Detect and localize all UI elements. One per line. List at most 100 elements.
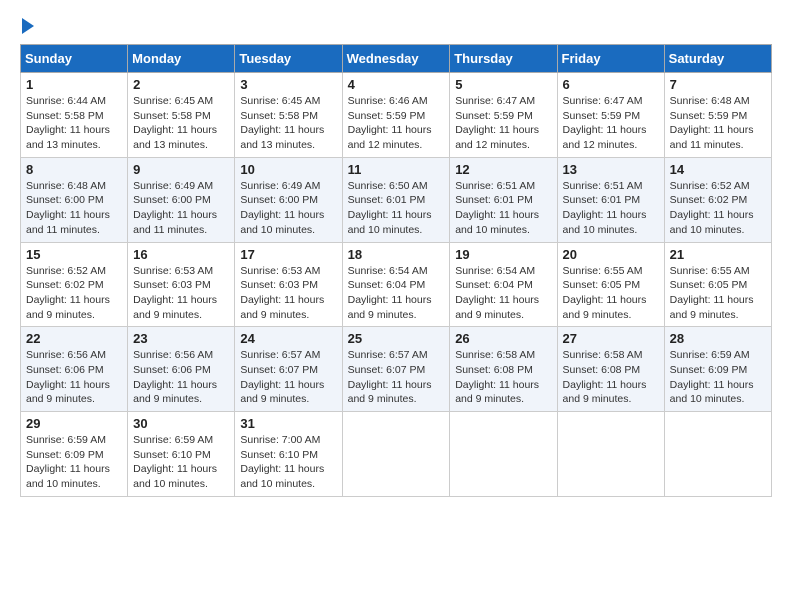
calendar-cell: [557, 412, 664, 497]
day-info: Sunrise: 6:54 AM Sunset: 6:04 PM Dayligh…: [455, 264, 551, 323]
calendar-cell: 20 Sunrise: 6:55 AM Sunset: 6:05 PM Dayl…: [557, 242, 664, 327]
header-tuesday: Tuesday: [235, 45, 342, 73]
sunset-label: Sunset: 6:08 PM: [563, 364, 641, 376]
calendar-cell: 4 Sunrise: 6:46 AM Sunset: 5:59 PM Dayli…: [342, 73, 450, 158]
sunrise-label: Sunrise: 6:55 AM: [670, 265, 750, 277]
day-number: 29: [26, 416, 122, 431]
day-info: Sunrise: 6:55 AM Sunset: 6:05 PM Dayligh…: [563, 264, 659, 323]
sunrise-label: Sunrise: 6:48 AM: [26, 180, 106, 192]
calendar-cell: 6 Sunrise: 6:47 AM Sunset: 5:59 PM Dayli…: [557, 73, 664, 158]
day-info: Sunrise: 6:50 AM Sunset: 6:01 PM Dayligh…: [348, 179, 445, 238]
daylight-label: Daylight: 11 hours and 13 minutes.: [26, 124, 110, 151]
day-number: 3: [240, 77, 336, 92]
calendar-cell: 8 Sunrise: 6:48 AM Sunset: 6:00 PM Dayli…: [21, 157, 128, 242]
sunrise-label: Sunrise: 6:53 AM: [133, 265, 213, 277]
day-number: 2: [133, 77, 229, 92]
header-thursday: Thursday: [450, 45, 557, 73]
sunrise-label: Sunrise: 7:00 AM: [240, 434, 320, 446]
day-number: 8: [26, 162, 122, 177]
page-header: [20, 20, 772, 34]
sunset-label: Sunset: 6:10 PM: [133, 449, 211, 461]
calendar-cell: 13 Sunrise: 6:51 AM Sunset: 6:01 PM Dayl…: [557, 157, 664, 242]
sunrise-label: Sunrise: 6:59 AM: [26, 434, 106, 446]
sunrise-label: Sunrise: 6:46 AM: [348, 95, 428, 107]
sunset-label: Sunset: 5:58 PM: [133, 110, 211, 122]
calendar-cell: 21 Sunrise: 6:55 AM Sunset: 6:05 PM Dayl…: [664, 242, 771, 327]
sunset-label: Sunset: 6:00 PM: [26, 194, 104, 206]
daylight-label: Daylight: 11 hours and 10 minutes.: [133, 463, 217, 490]
sunrise-label: Sunrise: 6:44 AM: [26, 95, 106, 107]
calendar-cell: 27 Sunrise: 6:58 AM Sunset: 6:08 PM Dayl…: [557, 327, 664, 412]
day-number: 10: [240, 162, 336, 177]
calendar-cell: [342, 412, 450, 497]
sunrise-label: Sunrise: 6:59 AM: [133, 434, 213, 446]
sunrise-label: Sunrise: 6:55 AM: [563, 265, 643, 277]
daylight-label: Daylight: 11 hours and 12 minutes.: [348, 124, 432, 151]
calendar-cell: 19 Sunrise: 6:54 AM Sunset: 6:04 PM Dayl…: [450, 242, 557, 327]
calendar-cell: 14 Sunrise: 6:52 AM Sunset: 6:02 PM Dayl…: [664, 157, 771, 242]
calendar-week-1: 1 Sunrise: 6:44 AM Sunset: 5:58 PM Dayli…: [21, 73, 772, 158]
day-info: Sunrise: 6:58 AM Sunset: 6:08 PM Dayligh…: [455, 348, 551, 407]
day-number: 6: [563, 77, 659, 92]
sunrise-label: Sunrise: 6:51 AM: [455, 180, 535, 192]
day-number: 16: [133, 247, 229, 262]
calendar-cell: 2 Sunrise: 6:45 AM Sunset: 5:58 PM Dayli…: [128, 73, 235, 158]
sunset-label: Sunset: 5:59 PM: [670, 110, 748, 122]
daylight-label: Daylight: 11 hours and 11 minutes.: [670, 124, 754, 151]
sunrise-label: Sunrise: 6:58 AM: [563, 349, 643, 361]
sunset-label: Sunset: 6:02 PM: [26, 279, 104, 291]
sunrise-label: Sunrise: 6:59 AM: [670, 349, 750, 361]
daylight-label: Daylight: 11 hours and 9 minutes.: [133, 294, 217, 321]
sunset-label: Sunset: 6:06 PM: [133, 364, 211, 376]
calendar-week-5: 29 Sunrise: 6:59 AM Sunset: 6:09 PM Dayl…: [21, 412, 772, 497]
day-number: 27: [563, 331, 659, 346]
calendar-cell: 23 Sunrise: 6:56 AM Sunset: 6:06 PM Dayl…: [128, 327, 235, 412]
day-number: 31: [240, 416, 336, 431]
daylight-label: Daylight: 11 hours and 10 minutes.: [563, 209, 647, 236]
calendar-header-row: SundayMondayTuesdayWednesdayThursdayFrid…: [21, 45, 772, 73]
daylight-label: Daylight: 11 hours and 13 minutes.: [133, 124, 217, 151]
day-info: Sunrise: 6:57 AM Sunset: 6:07 PM Dayligh…: [240, 348, 336, 407]
day-info: Sunrise: 6:48 AM Sunset: 6:00 PM Dayligh…: [26, 179, 122, 238]
day-info: Sunrise: 6:55 AM Sunset: 6:05 PM Dayligh…: [670, 264, 766, 323]
day-info: Sunrise: 6:45 AM Sunset: 5:58 PM Dayligh…: [133, 94, 229, 153]
sunrise-label: Sunrise: 6:53 AM: [240, 265, 320, 277]
calendar-cell: 3 Sunrise: 6:45 AM Sunset: 5:58 PM Dayli…: [235, 73, 342, 158]
sunset-label: Sunset: 6:00 PM: [133, 194, 211, 206]
day-number: 22: [26, 331, 122, 346]
day-info: Sunrise: 6:48 AM Sunset: 5:59 PM Dayligh…: [670, 94, 766, 153]
calendar-cell: 16 Sunrise: 6:53 AM Sunset: 6:03 PM Dayl…: [128, 242, 235, 327]
daylight-label: Daylight: 11 hours and 9 minutes.: [240, 294, 324, 321]
day-number: 26: [455, 331, 551, 346]
day-info: Sunrise: 6:53 AM Sunset: 6:03 PM Dayligh…: [133, 264, 229, 323]
sunrise-label: Sunrise: 6:47 AM: [563, 95, 643, 107]
calendar-cell: 5 Sunrise: 6:47 AM Sunset: 5:59 PM Dayli…: [450, 73, 557, 158]
daylight-label: Daylight: 11 hours and 9 minutes.: [670, 294, 754, 321]
calendar-table: SundayMondayTuesdayWednesdayThursdayFrid…: [20, 44, 772, 497]
day-info: Sunrise: 6:51 AM Sunset: 6:01 PM Dayligh…: [563, 179, 659, 238]
sunrise-label: Sunrise: 6:50 AM: [348, 180, 428, 192]
calendar-cell: [450, 412, 557, 497]
daylight-label: Daylight: 11 hours and 10 minutes.: [240, 209, 324, 236]
day-number: 30: [133, 416, 229, 431]
sunset-label: Sunset: 6:05 PM: [563, 279, 641, 291]
day-number: 17: [240, 247, 336, 262]
daylight-label: Daylight: 11 hours and 9 minutes.: [133, 379, 217, 406]
daylight-label: Daylight: 11 hours and 10 minutes.: [455, 209, 539, 236]
day-number: 19: [455, 247, 551, 262]
day-info: Sunrise: 6:49 AM Sunset: 6:00 PM Dayligh…: [240, 179, 336, 238]
calendar-cell: 9 Sunrise: 6:49 AM Sunset: 6:00 PM Dayli…: [128, 157, 235, 242]
sunset-label: Sunset: 6:03 PM: [240, 279, 318, 291]
day-number: 5: [455, 77, 551, 92]
daylight-label: Daylight: 11 hours and 9 minutes.: [563, 379, 647, 406]
header-monday: Monday: [128, 45, 235, 73]
calendar-week-2: 8 Sunrise: 6:48 AM Sunset: 6:00 PM Dayli…: [21, 157, 772, 242]
calendar-cell: 22 Sunrise: 6:56 AM Sunset: 6:06 PM Dayl…: [21, 327, 128, 412]
day-number: 23: [133, 331, 229, 346]
day-info: Sunrise: 6:54 AM Sunset: 6:04 PM Dayligh…: [348, 264, 445, 323]
calendar-cell: 29 Sunrise: 6:59 AM Sunset: 6:09 PM Dayl…: [21, 412, 128, 497]
daylight-label: Daylight: 11 hours and 11 minutes.: [26, 209, 110, 236]
sunrise-label: Sunrise: 6:52 AM: [26, 265, 106, 277]
day-number: 12: [455, 162, 551, 177]
day-info: Sunrise: 6:52 AM Sunset: 6:02 PM Dayligh…: [670, 179, 766, 238]
